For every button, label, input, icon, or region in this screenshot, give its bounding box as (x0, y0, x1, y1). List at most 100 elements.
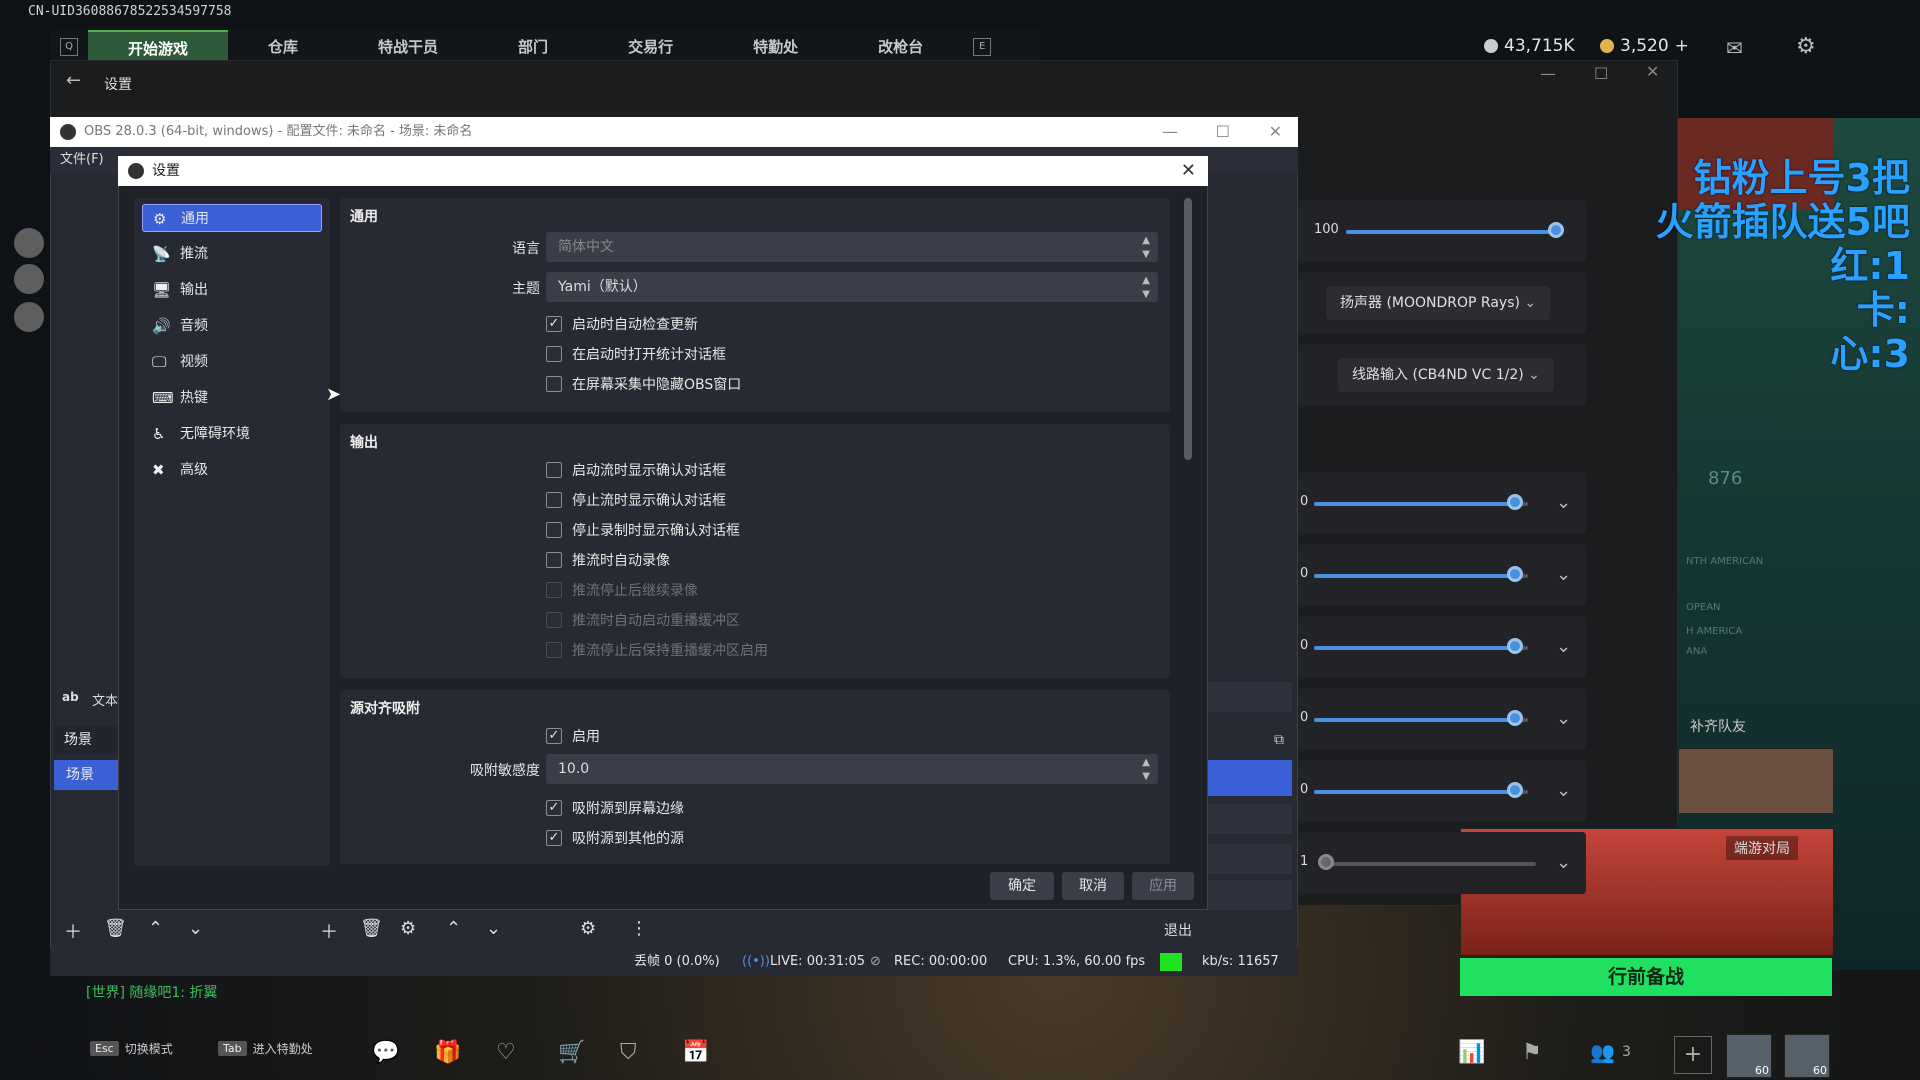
spinner-arrows-icon: ▲ ▼ (1142, 275, 1150, 300)
tab-special-ops[interactable]: 特勤处 (713, 30, 838, 64)
tab-trade[interactable]: 交易行 (588, 30, 713, 64)
exit-button[interactable]: 退出 (1064, 916, 1292, 946)
ok-button[interactable]: 确定 (990, 872, 1054, 900)
move-up-icon[interactable]: ⌃ (148, 918, 163, 939)
close-icon[interactable]: ✕ (1181, 156, 1196, 186)
check-updates-checkbox[interactable]: ✓ 启动时自动检查更新 (546, 314, 698, 334)
add-source-icon[interactable]: ＋ (320, 918, 338, 944)
slider-handle[interactable] (1507, 710, 1524, 726)
settings-scrollbar[interactable] (1184, 198, 1192, 460)
invite-button[interactable]: + (1674, 1036, 1712, 1074)
advanced-audio-icon[interactable]: ⚙ (580, 918, 596, 939)
chevron-down-icon[interactable]: ⌄ (1556, 564, 1571, 585)
move-down-icon[interactable]: ⌄ (486, 918, 501, 939)
slider-handle[interactable] (1318, 854, 1334, 870)
menu-file[interactable]: 文件(F) (60, 152, 104, 167)
sidebar-item-video[interactable]: 🖵 视频 (142, 348, 322, 376)
chevron-down-icon: ⌄ (1528, 367, 1540, 383)
chevron-down-icon[interactable]: ⌄ (1556, 708, 1571, 729)
tab-gunsmith[interactable]: 改枪台 (838, 30, 963, 64)
snapping-enable-checkbox[interactable]: ✓ 启用 (546, 726, 600, 746)
map-label: OPEAN (1686, 602, 1721, 613)
remove-scene-icon[interactable]: 🗑 (104, 918, 127, 939)
stream-overlay-text: 钻粉上号3把 火箭插队送5吧 红:1 卡: 心:3 (1655, 156, 1910, 376)
shield-icon[interactable]: ⛉ (620, 1040, 637, 1065)
slider-handle[interactable] (1507, 782, 1524, 798)
key-hint-q: Q (60, 38, 78, 56)
snap-sensitivity-spinbox[interactable]: 10.0 ▲ ▼ (546, 754, 1158, 784)
add-scene-icon[interactable]: ＋ (64, 918, 82, 944)
close-icon[interactable]: ✕ (1269, 117, 1282, 147)
line-input-dropdown[interactable]: 线路输入 (CB4ND VC 1/2) ⌄ (1338, 358, 1554, 392)
add-currency-button[interactable]: + (1675, 36, 1689, 56)
tab-department[interactable]: 部门 (478, 30, 588, 64)
sidebar-item-advanced[interactable]: ✖ 高级 (142, 456, 322, 484)
squad-avatar[interactable]: 60 (1726, 1034, 1772, 1078)
move-down-icon[interactable]: ⌄ (188, 918, 203, 939)
chevron-down-icon[interactable]: ⌄ (1556, 780, 1571, 801)
flag-icon[interactable]: ⚑ (1522, 1040, 1542, 1065)
sidebar-item-accessibility[interactable]: ♿ 无障碍环境 (142, 420, 322, 448)
sidebar-item-audio[interactable]: 🔊 音频 (142, 312, 322, 340)
chat-icon[interactable]: 💬 (372, 1040, 399, 1065)
snap-screen-edges-checkbox[interactable]: ✓ 吸附源到屏幕边缘 (546, 798, 684, 818)
minimize-icon[interactable]: — (1162, 117, 1178, 147)
open-stats-checkbox[interactable]: 在启动时打开统计对话框 (546, 344, 726, 364)
close-icon[interactable]: ✕ (1646, 62, 1659, 81)
speaker-dropdown[interactable]: 扬声器 (MOONDROP Rays) ⌄ (1326, 286, 1551, 320)
sidebar-item-output[interactable]: 🖥 输出 (142, 276, 322, 304)
maximize-icon[interactable]: ☐ (1594, 64, 1608, 83)
confirm-stop-stream-checkbox[interactable]: 停止流时显示确认对话框 (546, 490, 726, 510)
slider-handle[interactable] (1507, 494, 1524, 510)
confirm-start-stream-checkbox[interactable]: 启动流时显示确认对话框 (546, 460, 726, 480)
sidebar-item-general[interactable]: ⚙ 通用 (142, 204, 322, 232)
scene-list-item[interactable]: 场景 (54, 760, 118, 790)
key-hint-e: E (973, 38, 992, 56)
shop-cart-icon[interactable]: 🛒 (558, 1040, 585, 1065)
cancel-button[interactable]: 取消 (1062, 872, 1124, 900)
keyboard-icon: ⌨ (152, 389, 174, 407)
heart-icon[interactable]: ♡ (496, 1040, 516, 1065)
mail-icon[interactable]: ✉ (1726, 36, 1743, 60)
snap-other-sources-checkbox[interactable]: ✓ 吸附源到其他的源 (546, 828, 684, 848)
switch-mode-hint[interactable]: Esc 切换模式 (90, 1040, 173, 1057)
minimize-icon[interactable]: — (1540, 64, 1556, 83)
dock-float-icon[interactable]: ⧉ (1274, 732, 1284, 748)
tab-start-game[interactable]: 开始游戏 (88, 30, 229, 64)
calendar-icon[interactable]: 📅 (682, 1040, 709, 1065)
enter-special-ops-hint[interactable]: Tab 进入特勤处 (218, 1040, 313, 1057)
auto-record-checkbox[interactable]: 推流时自动录像 (546, 550, 670, 570)
apply-button[interactable]: 应用 (1132, 872, 1194, 900)
slider-fill (1314, 574, 1516, 578)
sidebar-item-stream[interactable]: 📡 推流 (142, 240, 322, 268)
slider-handle[interactable] (1507, 638, 1524, 654)
source-list-selected[interactable] (1208, 760, 1292, 796)
chevron-down-icon[interactable]: ⌄ (1556, 492, 1571, 513)
settings-sidebar: ⚙ 通用 📡 推流 🖥 输出 🔊 音频 🖵 视频 ⌨ 热键 ♿ 无障碍环境 ✖ … (134, 198, 330, 866)
ready-button[interactable]: 行前备战 (1460, 958, 1832, 996)
back-arrow-icon[interactable]: ← (66, 70, 81, 91)
confirm-stop-record-checkbox[interactable]: 停止录制时显示确认对话框 (546, 520, 740, 540)
theme-select[interactable]: Yami（默认） ▲ ▼ (546, 272, 1158, 302)
source-properties-icon[interactable]: ⚙ (400, 918, 416, 939)
remove-source-icon[interactable]: 🗑 (360, 918, 383, 939)
tab-warehouse[interactable]: 仓库 (228, 30, 338, 64)
volume-slider-handle[interactable] (1548, 222, 1564, 238)
chevron-down-icon[interactable]: ⌄ (1556, 852, 1571, 873)
move-up-icon[interactable]: ⌃ (446, 918, 461, 939)
gift-icon[interactable]: 🎁 (434, 1040, 461, 1065)
mixer-toolbar (566, 916, 900, 946)
slider-handle[interactable] (1507, 566, 1524, 582)
slider-track[interactable] (1326, 862, 1536, 866)
chevron-down-icon[interactable]: ⌄ (1556, 636, 1571, 657)
sidebar-item-hotkeys[interactable]: ⌨ 热键 (142, 384, 322, 412)
volume-slider-fill (1346, 230, 1556, 234)
gear-icon[interactable]: ⚙ (1796, 34, 1816, 59)
hide-obs-capture-checkbox[interactable]: 在屏幕采集中隐藏OBS窗口 (546, 374, 741, 394)
squad-avatar[interactable]: 60 (1784, 1034, 1830, 1078)
maximize-icon[interactable]: ☐ (1216, 117, 1230, 147)
language-select[interactable]: 简体中文 ▲ ▼ (546, 232, 1158, 262)
tab-operators[interactable]: 特战干员 (338, 30, 478, 64)
more-options-icon[interactable]: ⋮ (630, 918, 648, 939)
stats-icon[interactable]: 📊 (1458, 1040, 1485, 1065)
